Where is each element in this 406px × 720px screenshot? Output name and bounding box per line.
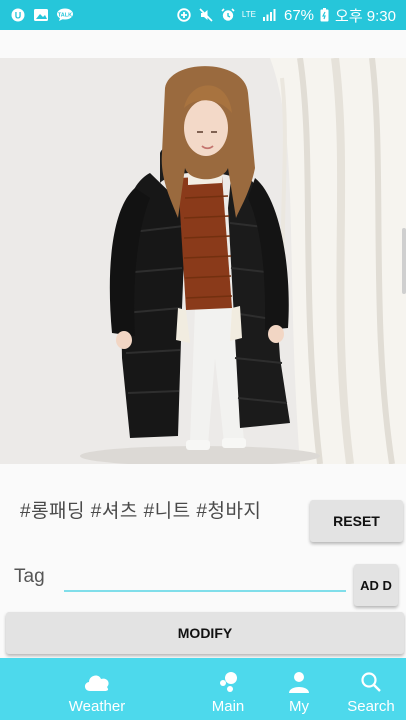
- data-saver-icon: [176, 8, 192, 22]
- cloud-icon: [82, 670, 112, 694]
- tag-input[interactable]: [64, 566, 346, 592]
- nav-weather-label: Weather: [68, 698, 126, 715]
- bottom-nav: Weather Main My Search: [0, 658, 406, 720]
- nav-search[interactable]: Search: [340, 658, 402, 720]
- nav-main[interactable]: Main: [198, 658, 258, 720]
- nav-my-label: My: [289, 698, 309, 715]
- nav-main-label: Main: [211, 698, 245, 715]
- svg-text:U: U: [15, 11, 22, 21]
- status-left-icons: U TALK: [10, 8, 73, 22]
- gallery-icon: [33, 8, 49, 22]
- svg-text:TALK: TALK: [58, 13, 72, 19]
- dots-icon: [216, 670, 240, 694]
- battery-icon: [320, 8, 329, 22]
- tag-label: Tag: [14, 566, 45, 587]
- search-icon: [360, 670, 382, 694]
- scroll-edge: [402, 228, 406, 294]
- modify-button[interactable]: MODIFY: [6, 612, 404, 654]
- status-bar: U TALK LTE 67% 오후 9:30: [0, 0, 406, 30]
- nav-search-label: Search: [347, 698, 395, 715]
- add-tag-button[interactable]: AD D: [354, 564, 398, 606]
- nav-my[interactable]: My: [276, 658, 322, 720]
- battery-percent: 67%: [284, 6, 315, 24]
- reset-button[interactable]: RESET: [310, 500, 403, 542]
- status-time: 오후 9:30: [335, 7, 396, 25]
- nav-weather[interactable]: Weather: [60, 658, 134, 720]
- signal-icon: [262, 8, 278, 22]
- outfit-photo[interactable]: [0, 58, 406, 464]
- tag-list: #롱패딩 #셔츠 #니트 #청바지: [20, 501, 262, 522]
- app-screen: U TALK LTE 67% 오후 9:30 #롱패딩 #셔츠 #니트 #청바지…: [0, 0, 406, 720]
- kakao-icon: U: [10, 8, 26, 22]
- person-icon: [288, 670, 310, 694]
- talk-icon: TALK: [56, 8, 73, 22]
- mute-icon: [198, 8, 214, 22]
- alarm-icon: [220, 8, 236, 22]
- network-type: LTE: [241, 10, 256, 19]
- status-right-icons: LTE 67% 오후 9:30: [176, 5, 396, 26]
